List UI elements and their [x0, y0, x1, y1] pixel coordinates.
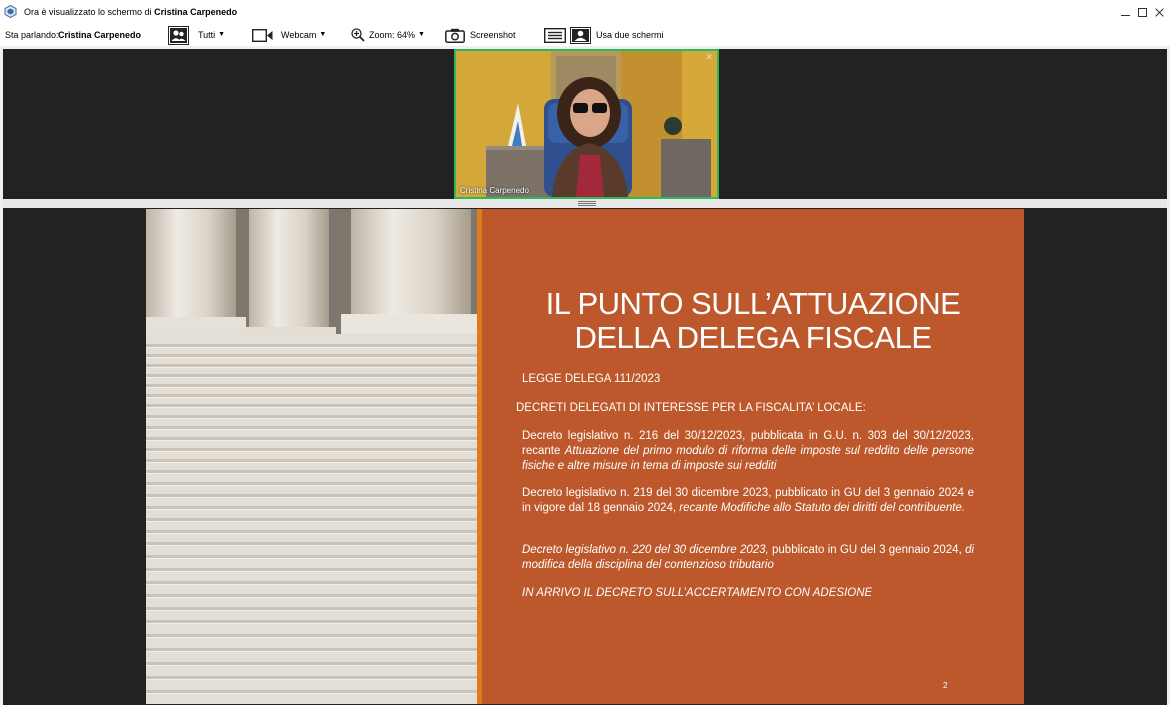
close-icon[interactable]: ✕: [705, 52, 713, 63]
decree-219: Decreto legislativo n. 219 del 30 dicemb…: [522, 486, 974, 516]
decree-220: Decreto legislativo n. 220 del 30 dicemb…: [522, 543, 974, 573]
webcam-label: Webcam: [281, 30, 317, 40]
zoom-label: Zoom: 64%: [369, 30, 416, 40]
drag-handle-icon[interactable]: [578, 201, 596, 206]
screenshot-button[interactable]: Screenshot: [445, 24, 516, 46]
participants-icon: [168, 25, 189, 45]
columns-steps-image: [146, 209, 477, 704]
layout-tutti-button[interactable]: Tutti ▼: [168, 24, 225, 46]
screen-share-area: IL PUNTO SULL’ATTUAZIONE DELLA DELEGA FI…: [3, 208, 1167, 705]
close-button[interactable]: [1155, 8, 1164, 17]
app-logo-icon: [4, 5, 17, 18]
decrees-heading: DECRETI DELEGATI DI INTERESSE PER LA FIS…: [516, 402, 866, 414]
minimize-button[interactable]: [1121, 8, 1130, 17]
dual-screen-label: Usa due schermi: [596, 30, 664, 40]
chevron-down-icon: ▼: [319, 31, 327, 38]
webcam-button[interactable]: Webcam ▼: [252, 24, 326, 46]
zoom-in-icon: [351, 28, 365, 42]
chevron-down-icon: ▼: [218, 31, 226, 38]
slide-title-line2: DELLA DELEGA FISCALE: [574, 320, 932, 355]
presenter-icon: [570, 26, 591, 44]
slide-list-icon: [544, 27, 566, 43]
dual-screen-button[interactable]: Usa due schermi: [544, 24, 664, 46]
decree-220-italic: Decreto legislativo n. 220 del 30 dicemb…: [522, 544, 769, 556]
chevron-down-icon: ▼: [418, 31, 425, 38]
camera-icon: [445, 28, 465, 43]
webcam-icon: [252, 28, 273, 42]
screenshot-label: Screenshot: [470, 30, 516, 40]
tutti-label: Tutti: [198, 30, 216, 40]
slide-title-line1: IL PUNTO SULL’ATTUAZIONE: [545, 286, 961, 321]
decree-216: Decreto legislativo n. 216 del 30/12/202…: [522, 429, 974, 474]
window-title-prefix: Ora è visualizzato lo schermo di: [24, 7, 152, 17]
webcam-video: [456, 51, 717, 197]
presentation-slide: IL PUNTO SULL’ATTUAZIONE DELLA DELEGA FI…: [146, 209, 1024, 704]
main-stage: ✕ Cristina Carpenedo IL PUNTO SULL’ATTUA…: [0, 46, 1170, 705]
speaking-name: Cristina Carpenedo: [58, 30, 142, 40]
law-reference: LEGGE DELEGA 111/2023: [522, 373, 661, 385]
panel-splitter[interactable]: [3, 199, 1167, 208]
window-title-name: Cristina Carpenedo: [154, 7, 238, 17]
upcoming-decree-text: IN ARRIVO IL DECRETO SULL’ACCERTAMENTO C…: [522, 587, 873, 599]
window-title: Ora è visualizzato lo schermo di Cristin…: [24, 0, 237, 24]
slide-title: IL PUNTO SULL’ATTUAZIONE DELLA DELEGA FI…: [482, 287, 1024, 355]
webcam-tile[interactable]: ✕ Cristina Carpenedo: [454, 49, 719, 199]
decree-219-italic: recante Modifiche allo Statuto dei dirit…: [679, 502, 966, 514]
maximize-button[interactable]: [1138, 7, 1147, 17]
window-controls: [1121, 0, 1164, 24]
webcam-strip: ✕ Cristina Carpenedo: [3, 49, 1167, 199]
decree-220-text: pubblicato in GU del 3 gennaio 2024,: [768, 544, 966, 556]
speaking-label: Sta parlando:: [5, 30, 59, 40]
upcoming-decree: IN ARRIVO IL DECRETO SULL’ACCERTAMENTO C…: [522, 586, 974, 601]
slide-text-panel: IL PUNTO SULL’ATTUAZIONE DELLA DELEGA FI…: [482, 209, 1024, 704]
slide-page-number: 2: [943, 681, 948, 690]
zoom-button[interactable]: Zoom: 64% ▼: [351, 24, 425, 46]
title-bar: Ora è visualizzato lo schermo di Cristin…: [0, 0, 1170, 24]
decree-216-italic: Attuazione del primo modulo di riforma d…: [522, 445, 974, 472]
webcam-participant-name: Cristina Carpenedo: [460, 186, 529, 195]
toolbar: Sta parlando: Cristina Carpenedo Tutti ▼…: [0, 24, 1170, 46]
